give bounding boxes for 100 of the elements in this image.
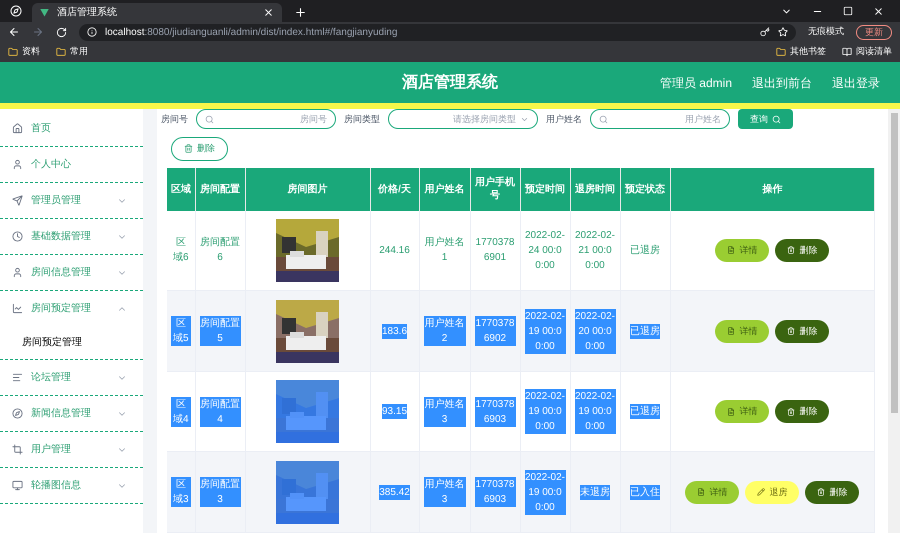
menu-icon [12,231,23,242]
cell-text: 房间配置5 [200,316,240,346]
search-button[interactable]: 查询 [738,109,793,130]
bookmark[interactable]: 阅读清单 [856,45,892,59]
cell-text: 2022-02-19 00:00:00 [574,389,616,434]
bookmark[interactable]: 其他书签 [790,45,826,59]
app-title: 酒店管理系统 [402,72,498,92]
cell-text: 用户姓名2 [424,316,466,346]
submenu-item[interactable]: 房间预定管理 [0,326,143,359]
cell-text: 已入住 [630,484,660,500]
trash-icon [787,327,796,335]
info-icon [87,27,97,37]
delete-button[interactable]: 删除 [775,400,830,423]
bookmark[interactable]: 常用 [70,45,88,59]
delete-button[interactable]: 删除 [775,238,830,262]
star-icon[interactable] [778,27,788,37]
table-row[interactable]: 区域6 房间配置6 244.16 用户姓名1 17703786901 2022-02-24 00:00:00 2022-02-21 00:00:00 已退房 详情 删除 [167,210,874,290]
field-label: 房间类型 [344,112,380,126]
folder-icon[interactable] [776,47,786,57]
detail-button[interactable]: 详情 [715,238,770,262]
cell-text: 区域4 [171,396,190,426]
trash-icon [787,408,796,416]
cell-text: 2022-02-19 00:00:00 [524,470,566,514]
profile-label[interactable]: 无痕模式 [808,25,844,39]
sidebar-item[interactable]: 房间信息管理 [0,255,143,290]
field-label: 用户姓名 [546,112,582,126]
table-row[interactable]: 区域4 房间配置4 93.15 用户姓名3 17703786903 2022-02-19 00:00:00 2022-02-19 00:00:00 已退房 详情 删除 [167,372,874,452]
cell-text: 区域6 [172,236,190,266]
field-label: 房间号 [161,112,188,126]
maximize-icon[interactable] [843,6,853,16]
reload-icon[interactable] [56,26,67,38]
close-icon[interactable] [263,7,274,18]
new-tab-icon[interactable] [294,6,307,19]
checkout-button[interactable]: 退房 [745,480,800,504]
cell-text: 房间配置6 [200,236,240,266]
pencil-icon [757,488,766,496]
user-label: 管理员 admin [660,74,732,92]
detail-button[interactable]: 详情 [715,400,770,423]
menu-icon [12,372,23,383]
cell-text: 244.16 [379,244,410,258]
back-icon[interactable] [8,26,20,38]
menu-icon [12,444,23,455]
sidebar-item[interactable]: 首页 [0,111,143,146]
document-icon [727,327,736,335]
cell-text: 房间配置4 [200,396,240,426]
header-link[interactable]: 退出到前台 [752,74,812,92]
sidebar-item[interactable]: 论坛管理 [0,360,143,395]
cell-text: 183.6 [382,324,408,338]
menu-icon [12,408,23,419]
delete-button[interactable]: 删除 [171,136,228,161]
folder-icon[interactable] [56,47,66,57]
update-button[interactable]: 更新 [856,24,892,40]
sidebar-item[interactable]: 用户管理 [0,432,143,467]
trash-icon [817,488,826,496]
folder-icon[interactable] [8,47,18,57]
detail-button[interactable]: 详情 [715,320,770,342]
cell-text: 用户姓名3 [424,477,466,507]
forward-icon[interactable] [32,26,44,38]
header-link[interactable]: 退出登录 [832,74,880,92]
cell-text: 385.42 [379,484,410,500]
document-icon [727,246,736,254]
scrollbar[interactable] [888,109,900,533]
browser-tab[interactable]: 酒店管理系统 [32,3,282,22]
cell-text: 17703786901 [474,236,516,266]
document-icon [727,408,736,416]
search-icon [772,114,781,124]
menu-icon [12,159,23,170]
menu-icon [12,267,23,278]
search-icon [599,114,608,124]
url-text: localhost:8080/jiudianguanli/admin/dist/index.html#/fangjianyuding [105,26,398,40]
search-field[interactable]: 用户姓名 [590,109,730,130]
cell-text: 已退房 [630,404,660,419]
search-field[interactable]: 房间号 [196,109,336,130]
cell-text: 17703786903 [474,396,516,426]
sidebar-item[interactable]: 房间预定管理 [0,291,143,326]
url-field[interactable]: localhost:8080/jiudianguanli/admin/dist/index.html#/fangjianyuding [79,24,796,40]
table-row[interactable]: 区域3 房间配置3 385.42 用户姓名3 17703786903 2022-02-19 00:00:00 未退房 已入住 详情 退房 删除 [167,452,874,532]
key-icon[interactable] [760,27,770,37]
table-row[interactable]: 区域5 房间配置5 183.6 用户姓名2 17703786902 2022-02-19 00:00:00 2022-02-20 00:00:00 已退房 详情 删除 [167,290,874,372]
delete-button[interactable]: 删除 [775,320,830,342]
sidebar-item[interactable]: 个人中心 [0,147,143,182]
cell-text: 房间配置3 [200,477,240,507]
sidebar-item[interactable]: 管理员管理 [0,183,143,218]
search-field[interactable]: 请选择房间类型 [388,109,538,130]
cell-text: 2022-02-20 00:00:00 [574,308,616,354]
cell-text: 2022-02-24 00:00:00 [524,228,566,273]
menu-icon [12,480,23,491]
cell-text: 已退房 [630,324,660,338]
bookmark[interactable]: 资料 [22,45,40,59]
menu-icon [12,123,23,134]
sidebar-item[interactable]: 基础数据管理 [0,219,143,254]
sidebar-item[interactable]: 新闻信息管理 [0,396,143,431]
detail-button[interactable]: 详情 [685,480,740,504]
sidebar-item[interactable]: 轮播图信息 [0,468,143,503]
cell-text: 2022-02-19 00:00:00 [524,308,566,354]
delete-button[interactable]: 删除 [805,480,860,504]
book-icon[interactable] [842,47,852,57]
trash-icon [184,144,193,154]
window-close-icon[interactable] [873,6,884,16]
cell-text: 已退房 [630,244,660,258]
